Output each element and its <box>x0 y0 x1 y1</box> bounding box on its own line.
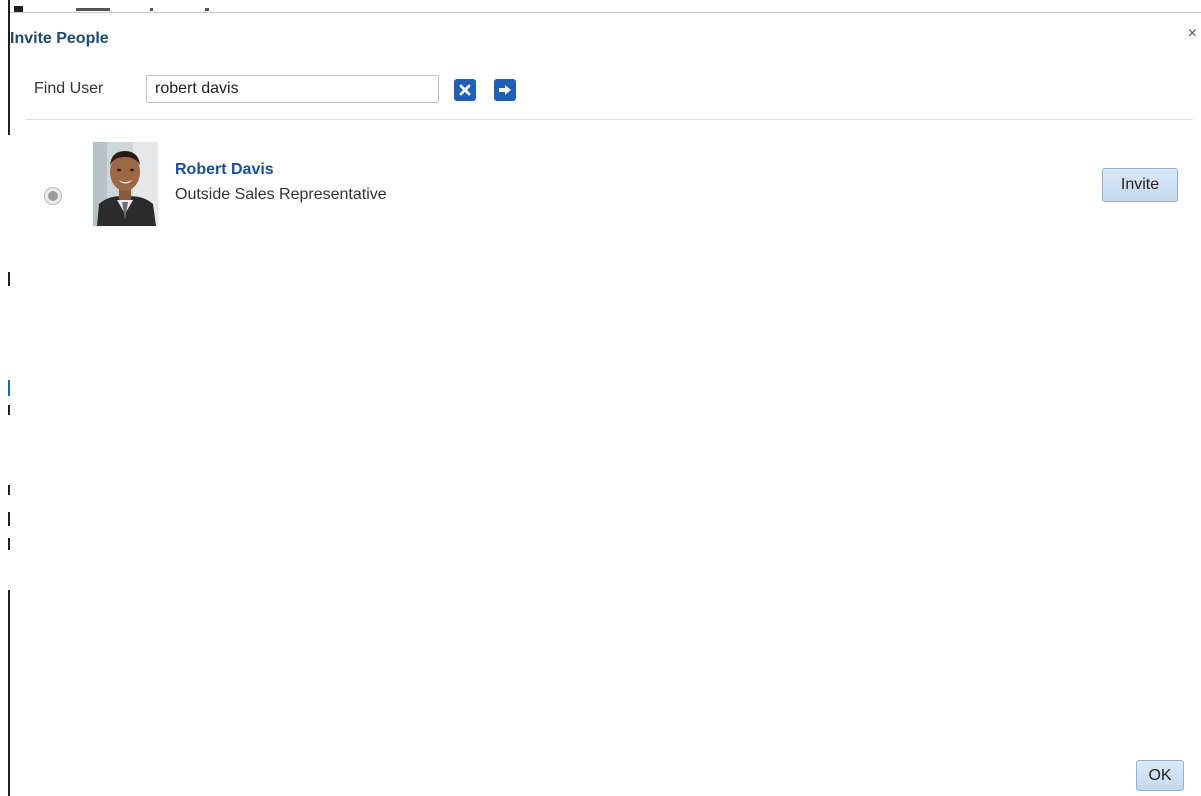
invite-people-dialog: Invite People × Find User robert davis R… <box>10 12 1201 796</box>
select-user-radio[interactable] <box>44 187 62 205</box>
find-user-label: Find User <box>34 80 104 97</box>
find-user-input[interactable] <box>146 75 439 103</box>
clear-search-button[interactable] <box>454 79 476 101</box>
background-page-top <box>0 0 1201 12</box>
divider <box>26 119 1193 120</box>
background-page-edge <box>0 0 10 796</box>
find-user-row: Find User <box>34 75 634 103</box>
ok-button[interactable]: OK <box>1136 760 1184 791</box>
invite-button[interactable]: Invite <box>1102 168 1178 202</box>
user-job-title: Outside Sales Representative <box>175 186 387 203</box>
background-artifact <box>76 8 110 11</box>
avatar <box>93 142 158 226</box>
user-result-row: Robert Davis Outside Sales Representativ… <box>10 141 1201 231</box>
radio-selected-dot <box>48 191 58 201</box>
close-icon[interactable]: × <box>1188 26 1197 42</box>
search-go-button[interactable] <box>494 79 516 101</box>
arrow-right-icon <box>499 85 511 95</box>
dialog-title: Invite People <box>10 30 109 47</box>
user-name-link[interactable]: Robert Davis <box>175 161 274 179</box>
background-artifact <box>150 8 153 11</box>
user-photo <box>93 142 158 226</box>
background-artifact <box>205 8 209 11</box>
clear-icon <box>459 84 471 96</box>
